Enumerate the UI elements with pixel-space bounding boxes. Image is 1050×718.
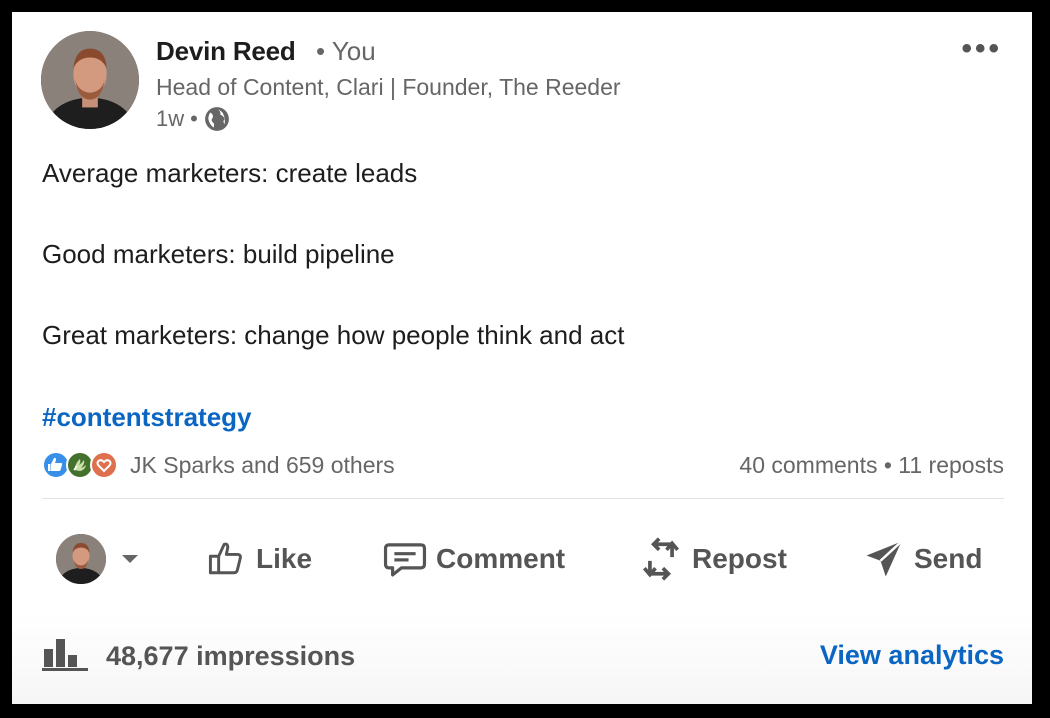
post-meta: 1w •	[156, 106, 230, 132]
post-frame: Devin Reed • You Head of Content, Clari …	[12, 12, 1032, 704]
reactions-summary[interactable]: JK Sparks and 659 others	[42, 450, 395, 480]
hashtag-link[interactable]: #contentstrategy	[42, 402, 252, 433]
avatar	[56, 534, 106, 584]
comment-button[interactable]: Comment	[382, 524, 565, 594]
repost-button[interactable]: Repost	[638, 524, 787, 594]
author-headline: Head of Content, Clari | Founder, The Re…	[156, 74, 621, 100]
meta-separator: •	[190, 106, 198, 131]
author-name[interactable]: Devin Reed	[156, 36, 296, 67]
send-icon	[862, 538, 906, 580]
repost-label: Repost	[692, 543, 787, 574]
author-relation: • You	[316, 36, 376, 66]
repost-icon	[638, 535, 684, 583]
like-button[interactable]: Like	[204, 524, 312, 594]
impressions-summary: 48,677 impressions	[42, 636, 355, 676]
reaction-icons	[42, 450, 124, 480]
post-time: 1w	[156, 106, 185, 131]
comment-label: Comment	[436, 543, 566, 574]
like-label: Like	[256, 543, 313, 574]
send-label: Send	[914, 543, 983, 574]
post-text-line: Good marketers: build pipeline	[42, 239, 395, 269]
actions-divider	[42, 498, 1004, 499]
linkedin-post-card: Devin Reed • You Head of Content, Clari …	[12, 12, 1032, 704]
more-options-icon[interactable]: •••	[961, 34, 1002, 64]
thumbs-up-icon	[204, 537, 248, 581]
reactions-text: JK Sparks and 659 others	[130, 451, 395, 478]
love-reaction-icon	[90, 451, 118, 479]
author-avatar[interactable]	[41, 31, 139, 129]
bar-chart-icon	[42, 635, 88, 678]
comment-icon	[382, 537, 428, 581]
chevron-down-icon	[120, 553, 140, 565]
action-bar: Like Comment Repost Send	[12, 524, 1032, 594]
comments-reposts-count[interactable]: 40 comments • 11 reposts	[739, 452, 1004, 479]
impressions-count: 48,677 impressions	[106, 640, 356, 671]
globe-icon	[204, 106, 230, 132]
reaction-identity-selector[interactable]	[56, 524, 140, 594]
send-button[interactable]: Send	[862, 524, 982, 594]
view-analytics-link[interactable]: View analytics	[820, 640, 1004, 671]
post-text-line: Average marketers: create leads	[42, 158, 418, 188]
post-text-line: Great marketers: change how people think…	[42, 320, 625, 350]
